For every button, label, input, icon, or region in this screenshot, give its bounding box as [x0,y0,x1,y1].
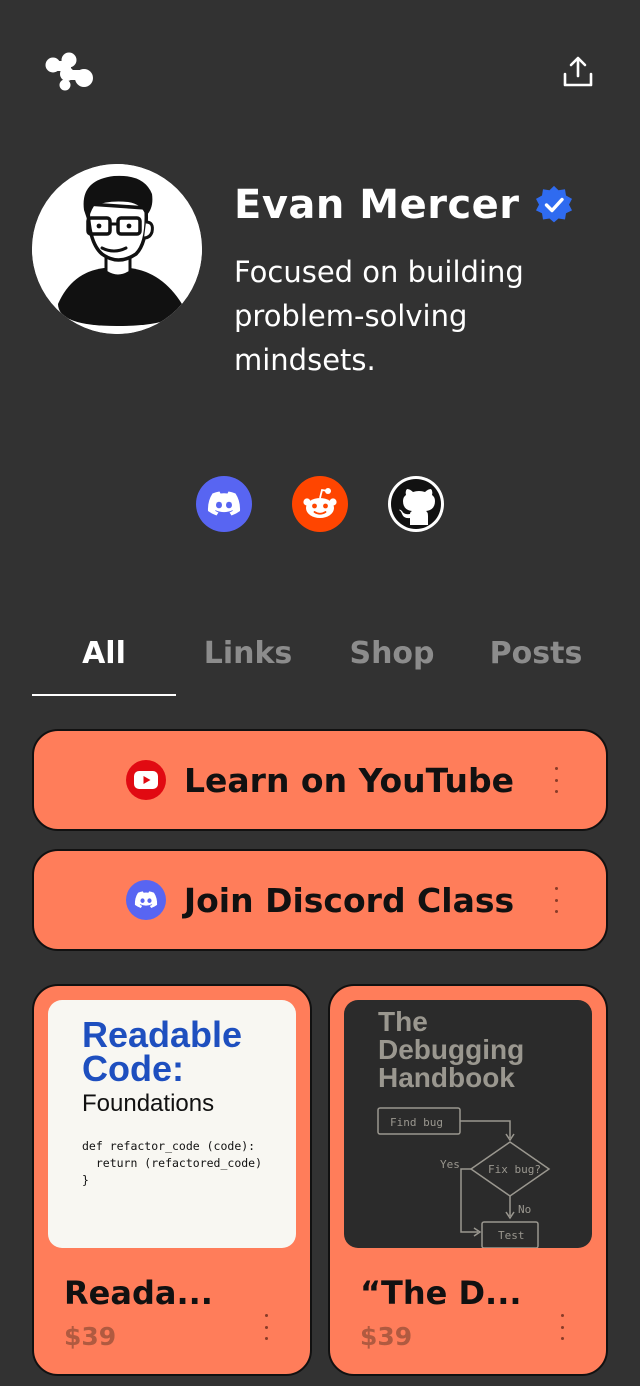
discord-icon [207,491,241,516]
reddit-icon [303,488,337,518]
youtube-link-label: Learn on YouTube [184,760,514,800]
content-tabs: All Links Shop Posts [32,628,608,696]
avatar [32,164,202,334]
more-options-icon[interactable] [552,887,560,913]
product-price: $39 [360,1322,413,1351]
product-title: “The D... [360,1274,522,1312]
discord-icon [125,880,166,920]
tab-shop[interactable]: Shop [320,628,464,694]
active-tab-indicator [32,694,176,696]
linktree-blob-logo-icon[interactable] [44,52,96,92]
thumbnail-code: def refactor_code (code): return (refact… [82,1139,263,1187]
discord-social-button[interactable] [196,476,252,532]
discord-link-label: Join Discord Class [183,880,515,920]
top-bar [44,50,596,94]
flowchart-no: No [518,1203,531,1216]
product-price: $39 [64,1322,117,1351]
thumbnail-title: Readable Code: [82,1014,243,1089]
more-options-icon[interactable] [558,1314,566,1340]
flowchart-box1: Find bug [390,1116,443,1129]
share-upload-icon[interactable] [560,54,596,90]
profile-section: Evan Mercer Focused on building problem-… [32,164,608,404]
discord-link-button[interactable]: Join Discord Class [32,849,608,951]
profile-bio: Focused on building problem-solving mind… [234,255,524,377]
youtube-icon [126,760,166,800]
flowchart-box2: Test [498,1229,525,1242]
product-thumbnail: The Debugging Handbook Find bug Fix bug?… [344,1000,592,1248]
reddit-social-button[interactable] [292,476,348,532]
youtube-link-button[interactable]: Learn on YouTube [32,729,608,831]
more-options-icon[interactable] [552,767,560,793]
tab-all[interactable]: All [32,628,176,694]
name-row: Evan Mercer [234,182,574,228]
product-title: Reada... [64,1274,213,1312]
more-options-icon[interactable] [262,1314,270,1340]
product-card[interactable]: The Debugging Handbook Find bug Fix bug?… [328,984,608,1376]
flowchart-diagram: Find bug Fix bug? Yes No Test [377,1107,551,1248]
social-icons-row [0,476,640,532]
tab-links[interactable]: Links [176,628,320,694]
github-icon [391,479,441,529]
tab-posts[interactable]: Posts [464,628,608,694]
github-social-button[interactable] [388,476,444,532]
product-card[interactable]: Readable Code: Foundations def refactor_… [32,984,312,1376]
flowchart-yes: Yes [440,1158,460,1171]
verified-badge-icon [535,185,572,223]
thumbnail-subtitle: Foundations [82,1090,215,1117]
product-thumbnail: Readable Code: Foundations def refactor_… [48,1000,296,1248]
profile-name: Evan Mercer [234,182,520,228]
flowchart-diamond: Fix bug? [488,1163,541,1176]
avatar-illustration [32,164,202,334]
